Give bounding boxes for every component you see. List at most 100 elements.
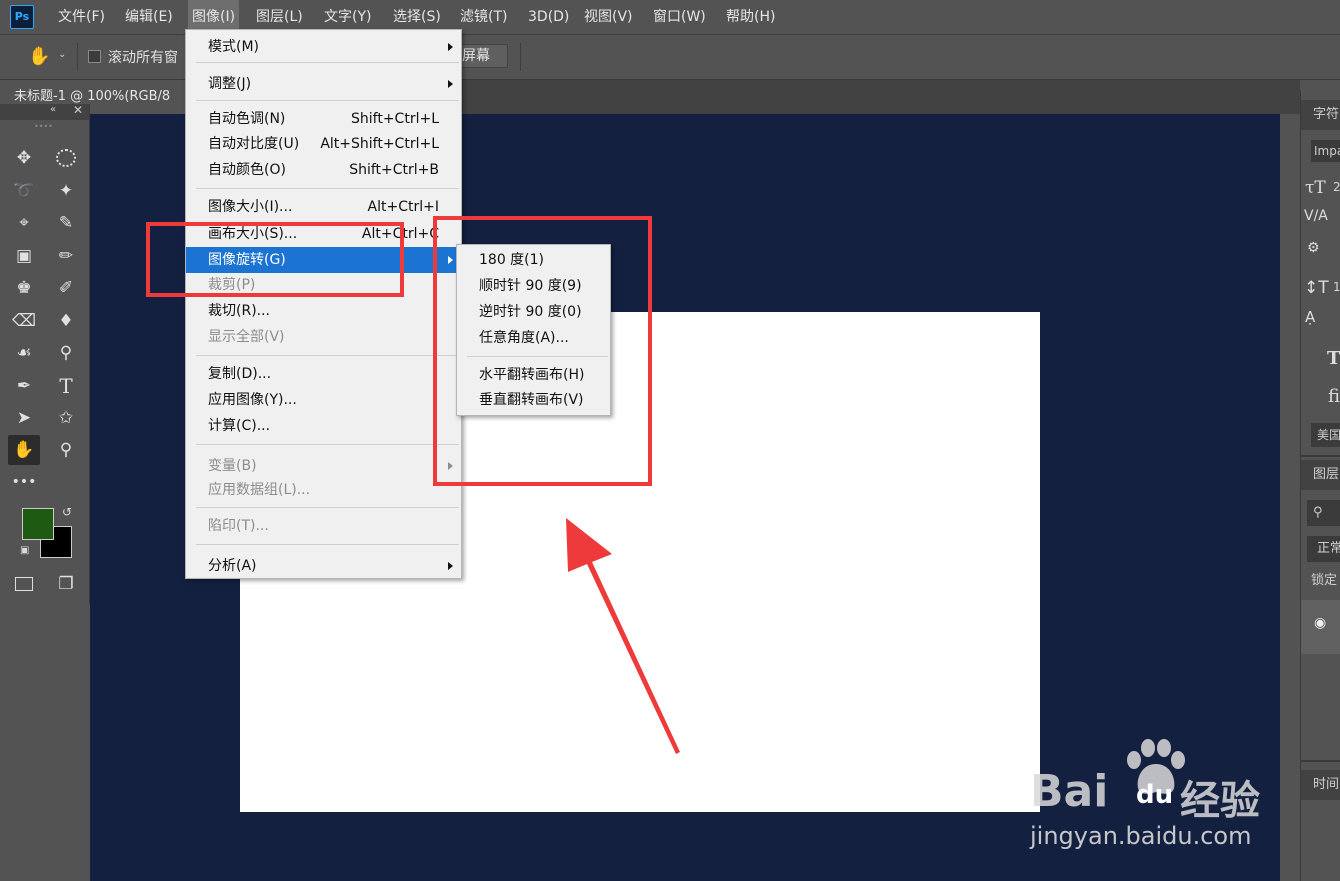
leading-icon: ↕T — [1304, 278, 1329, 298]
ligature-icon[interactable]: fi — [1328, 386, 1340, 407]
menu-help[interactable]: 帮助(H) — [726, 0, 775, 34]
quick-mask-icon[interactable] — [10, 570, 38, 598]
menu-item-apply-data-set[interactable]: 应用数据组(L)... — [186, 477, 461, 503]
menu-item-calculations[interactable]: 计算(C)... — [186, 413, 461, 439]
tracking-icon: ⚙ — [1307, 240, 1320, 256]
menu-item-auto-contrast[interactable]: 自动对比度(U) Alt+Shift+Ctrl+L — [186, 131, 461, 157]
collapse-icon[interactable]: « — [50, 104, 56, 115]
dodge-tool-icon[interactable]: ⚲ — [52, 339, 80, 367]
screen-mode-icon[interactable]: ❐ — [52, 570, 80, 598]
menu-item-label: 模式(M) — [208, 39, 260, 55]
menu-item-analysis[interactable]: 分析(A) — [186, 553, 461, 579]
menu-item-label: 陷印(T)... — [208, 518, 269, 534]
swap-colors-icon[interactable]: ↺ — [62, 505, 72, 519]
divider — [77, 43, 78, 71]
menu-item-label: 显示全部(V) — [208, 329, 285, 345]
menu-item-image-size[interactable]: 图像大小(I)... Alt+Ctrl+I — [186, 194, 461, 220]
right-panel: 字符 Impa τT 2 V/A ⚙ ↕T 1 Ạ T fi 美国 图层 ⚲ … — [1300, 90, 1340, 881]
foreground-color-swatch[interactable] — [22, 508, 54, 540]
faux-bold-icon[interactable]: T — [1327, 348, 1340, 369]
timeline-tab[interactable]: 时间 — [1301, 770, 1340, 800]
menu-item-shortcut: Shift+Ctrl+L — [351, 111, 439, 127]
search-icon: ⚲ — [1313, 505, 1323, 520]
menu-item-label: 调整(J) — [208, 76, 252, 92]
history-brush-icon[interactable]: ✐ — [52, 274, 80, 302]
menu-item-mode[interactable]: 模式(M) — [186, 34, 461, 60]
menu-item-label: 图像大小(I)... — [208, 199, 293, 215]
path-select-icon[interactable]: ➤ — [10, 404, 38, 432]
layers-tab[interactable]: 图层 — [1301, 460, 1340, 490]
menu-edit[interactable]: 编辑(E) — [125, 0, 173, 34]
kerning-icon: V/A — [1304, 208, 1328, 224]
paint-bucket-icon[interactable]: ♦ — [52, 307, 80, 335]
watermark-brand-du: du — [1136, 780, 1174, 810]
menu-separator — [196, 444, 459, 445]
menu-item-reveal-all[interactable]: 显示全部(V) — [186, 324, 461, 350]
menu-separator — [196, 188, 459, 189]
image-menu: 模式(M) 调整(J) 自动色调(N) Shift+Ctrl+L 自动对比度(U)… — [185, 29, 462, 579]
toolbox: « ✕ •••• ✥ ➰ ✦ ⌖ ✎ ▣ ✏ ♚ ✐ ⌫ ♦ ☙ ⚲ ✒ T ➤… — [0, 103, 90, 604]
menu-view[interactable]: 视图(V) — [584, 0, 633, 34]
shape-tool-icon[interactable]: ✩ — [52, 404, 80, 432]
healing-brush-icon[interactable]: ▣ — [10, 242, 38, 270]
watermark-cn: 经验 — [1180, 778, 1260, 824]
menu-item-auto-color[interactable]: 自动颜色(O) Shift+Ctrl+B — [186, 157, 461, 183]
menu-item-shortcut: Alt+Ctrl+I — [367, 199, 439, 215]
pen-tool-icon[interactable]: ✒ — [10, 372, 38, 400]
type-tool-icon[interactable]: T — [52, 372, 80, 400]
menu-item-variables[interactable]: 变量(B) — [186, 453, 461, 479]
menu-item-adjust[interactable]: 调整(J) — [186, 71, 461, 97]
panel-divider — [1301, 455, 1340, 457]
fill-screen-button[interactable]: 屏幕 — [455, 44, 508, 68]
menu-separator — [196, 62, 459, 63]
eraser-tool-icon[interactable]: ⌫ — [10, 307, 38, 335]
font-size-value[interactable]: 2 — [1333, 180, 1340, 194]
menu-item-label: 自动对比度(U) — [208, 136, 300, 152]
menu-item-label: 应用图像(Y)... — [208, 392, 297, 408]
scroll-all-label: 滚动所有窗 — [108, 50, 178, 66]
move-tool-icon[interactable]: ✥ — [10, 144, 38, 172]
menu-window[interactable]: 窗口(W) — [653, 0, 706, 34]
marquee-tool-icon[interactable] — [52, 144, 80, 172]
hand-tool-icon[interactable]: ✋ — [8, 435, 40, 465]
menu-filter[interactable]: 滤镜(T) — [460, 0, 507, 34]
eye-icon[interactable]: ◉ — [1314, 615, 1326, 631]
brush-tool-icon[interactable]: ✏ — [52, 242, 80, 270]
menu-separator — [196, 100, 459, 101]
close-icon[interactable]: ✕ — [73, 103, 83, 117]
menu-item-duplicate[interactable]: 复制(D)... — [186, 361, 461, 387]
magic-wand-icon[interactable]: ✦ — [52, 177, 80, 205]
default-colors-icon[interactable]: ▣ — [20, 545, 29, 556]
menu-item-shortcut: Shift+Ctrl+B — [349, 162, 439, 178]
crop-tool-icon[interactable]: ⌖ — [10, 209, 38, 237]
leading-value[interactable]: 1 — [1333, 280, 1340, 294]
chevron-down-icon[interactable]: ⌄ — [58, 49, 66, 60]
blend-mode-select[interactable]: 正常 — [1307, 536, 1340, 562]
smudge-tool-icon[interactable]: ☙ — [10, 339, 38, 367]
menu-item-shortcut: Alt+Shift+Ctrl+L — [320, 136, 439, 152]
zoom-tool-icon[interactable]: ⚲ — [52, 436, 80, 464]
menu-separator — [196, 355, 459, 356]
menu-item-trim[interactable]: 裁切(R)... — [186, 298, 461, 324]
menu-item-apply-image[interactable]: 应用图像(Y)... — [186, 387, 461, 413]
baseline-shift-icon: Ạ — [1305, 308, 1316, 326]
menu-item-auto-tone[interactable]: 自动色调(N) Shift+Ctrl+L — [186, 106, 461, 132]
menu-3d[interactable]: 3D(D) — [528, 0, 569, 34]
lock-label: 锁定 — [1311, 573, 1338, 588]
grip-icon[interactable]: •••• — [34, 122, 53, 131]
menu-item-label: 自动色调(N) — [208, 111, 286, 127]
menu-file[interactable]: 文件(F) — [58, 0, 105, 34]
more-tools-icon[interactable]: ••• — [10, 468, 38, 496]
layer-search-field[interactable]: ⚲ — [1307, 500, 1340, 526]
menu-item-label: 裁切(R)... — [208, 303, 271, 319]
language-select[interactable]: 美国 — [1311, 423, 1340, 447]
menu-item-trap[interactable]: 陷印(T)... — [186, 513, 461, 539]
stamp-tool-icon[interactable]: ♚ — [10, 274, 38, 302]
character-tab[interactable]: 字符 — [1301, 100, 1340, 130]
font-family-field[interactable]: Impa — [1311, 140, 1340, 162]
hand-icon[interactable]: ✋ — [28, 46, 50, 67]
scroll-all-checkbox[interactable] — [88, 50, 101, 63]
menu-item-label: 计算(C)... — [208, 418, 271, 434]
eyedropper-icon[interactable]: ✎ — [52, 209, 80, 237]
lasso-tool-icon[interactable]: ➰ — [10, 177, 38, 205]
